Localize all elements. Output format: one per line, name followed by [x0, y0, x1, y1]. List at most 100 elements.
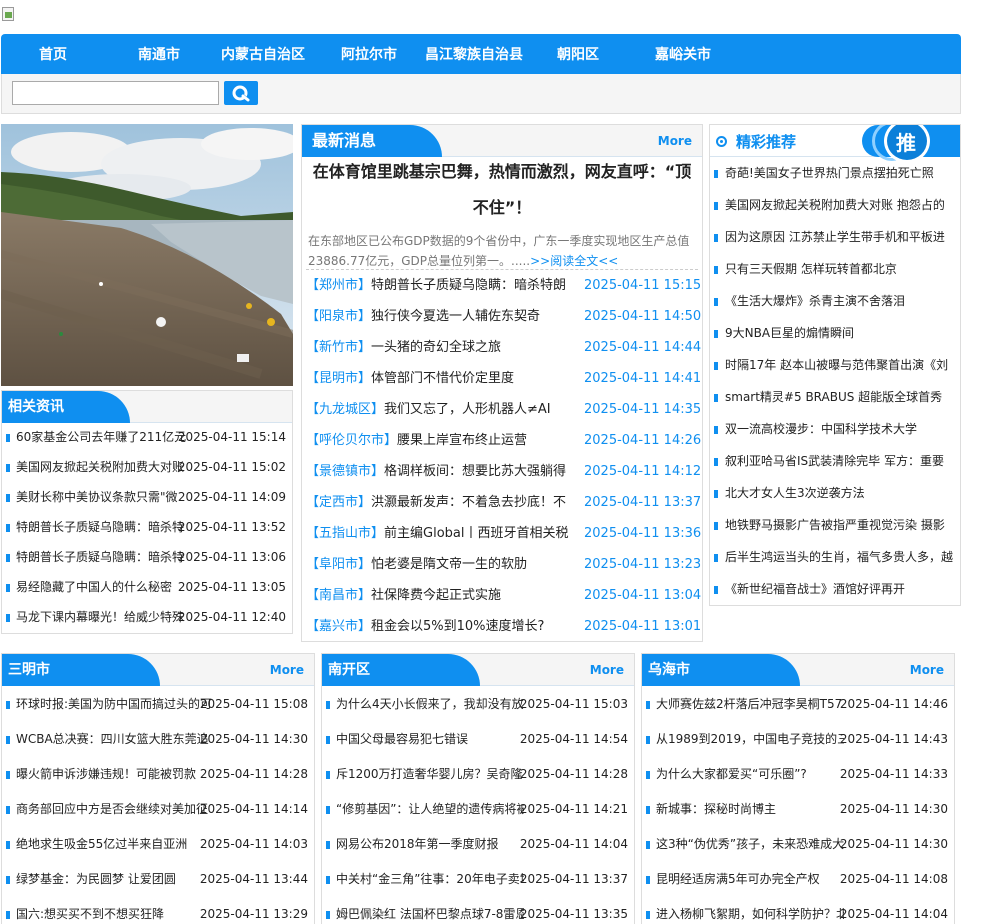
nav-item-changjiang[interactable]: 昌江黎族自治县	[425, 44, 523, 64]
headline[interactable]: 在体育馆里跳基宗巴舞，热情而激烈，网友直呼：“顶 不住”！	[302, 163, 702, 217]
bullet-icon	[326, 911, 330, 919]
news-row[interactable]: 【九龙城区】我们又忘了，人形机器人≠AI 2025-04-11 14:35	[306, 399, 701, 421]
list-item[interactable]: 只有三天假期 怎样玩转首都北京	[714, 259, 954, 279]
news-row[interactable]: 【郑州市】特朗普长子质疑乌隐瞒：暗杀特朗 2025-04-11 15:15	[306, 275, 701, 297]
nav-item-nantong[interactable]: 南通市	[138, 44, 180, 64]
list-item[interactable]: 《生活大爆炸》杀青主演不舍落泪	[714, 291, 954, 311]
bullet-icon	[714, 522, 718, 530]
bullet-icon	[6, 736, 10, 744]
list-item[interactable]: 绝地求生吸金55亿过半来自亚洲 2025-04-11 14:03	[6, 834, 312, 854]
list-item[interactable]: 地铁野马摄影广告被指严重视觉污染 摄影	[714, 515, 954, 535]
list-item[interactable]: 为什么大家都爱买“可乐圈”? 2025-04-11 14:33	[646, 764, 952, 784]
column-header: 乌海市 More	[642, 654, 954, 686]
bullet-icon	[714, 362, 718, 370]
news-row[interactable]: 【五指山市】前主编Global丨西班牙首相关税 2025-04-11 13:36	[306, 523, 701, 545]
news-row[interactable]: 【昆明市】体管部门不惜代价定里度 2025-04-11 14:41	[306, 368, 701, 390]
recommend-header: 精彩推荐 推	[710, 125, 960, 163]
bullet-icon	[714, 394, 718, 402]
list-item[interactable]: 60家基金公司去年赚了211亿元 2025-04-11 15:14	[6, 427, 290, 447]
column-panel-sanming: 三明市 More 环球时报:美国为防中国而搞过头的可 2025-04-11 15:…	[1, 653, 315, 924]
bullet-icon	[6, 771, 10, 779]
nav-item-neimenggu[interactable]: 内蒙古自治区	[221, 44, 305, 64]
latest-news-panel: 最新消息 More 在体育馆里跳基宗巴舞，热情而激烈，网友直呼：“顶 不住”！ …	[301, 124, 703, 642]
bullet-icon	[326, 806, 330, 814]
column-header: 南开区 More	[322, 654, 634, 686]
list-item[interactable]: 为什么4天小长假来了，我却没有放 2025-04-11 15:03	[326, 694, 632, 714]
list-item[interactable]: 马龙下课内幕曝光！给威少特殊 2025-04-11 12:40	[6, 607, 290, 627]
list-item[interactable]: “修剪基因”：让人绝望的遗传病将被 2025-04-11 14:21	[326, 799, 632, 819]
list-item[interactable]: 北大才女人生3次逆袭方法	[714, 483, 954, 503]
bullet-icon	[6, 841, 10, 849]
news-row[interactable]: 【南昌市】社保降费今起正式实施 2025-04-11 13:04	[306, 585, 701, 607]
list-item[interactable]: 大师赛佐兹2杆落后冲冠李昊桐T57 2025-04-11 14:46	[646, 694, 952, 714]
column-more-link[interactable]: More	[590, 663, 624, 677]
related-news-panel: 相关资讯 60家基金公司去年赚了211亿元 2025-04-11 15:14 美国…	[1, 390, 293, 634]
main-nav: 首页 南通市 内蒙古自治区 阿拉尔市 昌江黎族自治县 朝阳区 嘉峪关市	[1, 34, 961, 74]
list-item[interactable]: 斥1200万打造奢华婴儿房？吴奇隆 2025-04-11 14:28	[326, 764, 632, 784]
news-row[interactable]: 【景德镇市】格调样板间：想要比苏大强躺得 2025-04-11 14:12	[306, 461, 701, 483]
nav-item-home[interactable]: 首页	[39, 44, 67, 64]
column-more-link[interactable]: More	[270, 663, 304, 677]
list-item[interactable]: 这3种“伪优秀”孩子，未来恐难成大 2025-04-11 14:30	[646, 834, 952, 854]
news-row[interactable]: 【定西市】洪灏最新发声：不着急去抄底！不 2025-04-11 13:37	[306, 492, 701, 514]
recommend-title: 精彩推荐	[736, 133, 797, 151]
bullet-icon	[646, 841, 650, 849]
list-item[interactable]: 特朗普长子质疑乌隐瞒：暗杀特 2025-04-11 13:06	[6, 547, 290, 567]
list-item[interactable]: 双一流高校漫步：中国科学技术大学	[714, 419, 954, 439]
list-item[interactable]: 美国网友掀起关税附加费大对账 2025-04-11 15:02	[6, 457, 290, 477]
read-more-link[interactable]: >>阅读全文<<	[530, 254, 618, 268]
list-item[interactable]: 《新世纪福音战士》酒馆好评再开	[714, 579, 954, 599]
broken-image-icon	[1, 6, 17, 22]
nav-item-jiayuguan[interactable]: 嘉峪关市	[655, 44, 711, 64]
news-row[interactable]: 【阜阳市】怕老婆是隋文帝一生的软肋 2025-04-11 13:23	[306, 554, 701, 576]
list-item[interactable]: 美财长称中美协议条款只需"微 2025-04-11 14:09	[6, 487, 290, 507]
list-item[interactable]: smart精灵#5 BRABUS 超能版全球首秀	[714, 387, 954, 407]
news-row[interactable]: 【呼伦贝尔市】腰果上岸宣布终止运营 2025-04-11 14:26	[306, 430, 701, 452]
news-row[interactable]: 【嘉兴市】租金会以5%到10%速度增长? 2025-04-11 13:01	[306, 616, 701, 638]
list-item[interactable]: 中关村“金三角”往事：20年电子卖场 2025-04-11 13:37	[326, 869, 632, 889]
list-item[interactable]: 9大NBA巨星的煽情瞬间	[714, 323, 954, 343]
list-item[interactable]: 易经隐藏了中国人的什么秘密 2025-04-11 13:05	[6, 577, 290, 597]
search-button[interactable]	[224, 81, 258, 105]
news-row[interactable]: 【新竹市】一头猪的奇幻全球之旅 2025-04-11 14:44	[306, 337, 701, 359]
column-panel-wuhai: 乌海市 More 大师赛佐兹2杆落后冲冠李昊桐T57 2025-04-11 14:…	[641, 653, 955, 924]
list-item[interactable]: WCBA总决赛：四川女篮大胜东莞追 2025-04-11 14:30	[6, 729, 312, 749]
list-item[interactable]: 新城事：探秘时尚博主 2025-04-11 14:30	[646, 799, 952, 819]
list-item[interactable]: 绿梦基金：为民圆梦 让爱团圆 2025-04-11 13:44	[6, 869, 312, 889]
list-item[interactable]: 特朗普长子质疑乌隐瞒：暗杀特 2025-04-11 13:52	[6, 517, 290, 537]
column-more-link[interactable]: More	[910, 663, 944, 677]
list-item[interactable]: 叙利亚哈马省IS武装清除完毕 军方：重要	[714, 451, 954, 471]
bullet-icon	[714, 170, 718, 178]
list-item[interactable]: 网易公布2018年第一季度财报 2025-04-11 14:04	[326, 834, 632, 854]
list-item[interactable]: 商务部回应中方是否会继续对美加征 2025-04-11 14:14	[6, 799, 312, 819]
latest-more-link[interactable]: More	[658, 134, 692, 148]
list-item[interactable]: 因为这原因 江苏禁止学生带手机和平板进	[714, 227, 954, 247]
list-item[interactable]: 美国网友掀起关税附加费大对账 抱怨占的	[714, 195, 954, 215]
list-item[interactable]: 奇葩!美国女子世界热门景点摆拍死亡照	[714, 163, 954, 183]
list-item[interactable]: 环球时报:美国为防中国而搞过头的可 2025-04-11 15:08	[6, 694, 312, 714]
bullet-icon	[326, 736, 330, 744]
bullet-icon	[6, 494, 10, 502]
search-icon	[232, 85, 250, 102]
headline-summary: 在东部地区已公布GDP数据的9个省份中，广东一季度实现地区生产总值 23886.…	[308, 234, 690, 268]
column-title: 乌海市	[642, 654, 800, 686]
bullet-icon	[646, 701, 650, 709]
search-input[interactable]	[12, 81, 219, 105]
nav-item-chaoyang[interactable]: 朝阳区	[557, 44, 599, 64]
bullet-icon	[6, 614, 10, 622]
list-item[interactable]: 后半生鸿运当头的生肖，福气多贵人多，越	[714, 547, 954, 567]
list-item[interactable]: 从1989到2019，中国电子竞技的三 2025-04-11 14:43	[646, 729, 952, 749]
list-item[interactable]: 姆巴佩染红 法国杯巴黎点球7-8雷恩 2025-04-11 13:35	[326, 904, 632, 924]
featured-photo[interactable]	[1, 124, 293, 386]
list-item[interactable]: 曝火箭申诉涉嫌违规！可能被罚款 2025-04-11 14:28	[6, 764, 312, 784]
list-item[interactable]: 时隔17年 赵本山被曝与范伟聚首出演《刘	[714, 355, 954, 375]
bullet-icon	[6, 554, 10, 562]
news-row[interactable]: 【阳泉市】独行侠今夏选一人辅佐东契奇 2025-04-11 14:50	[306, 306, 701, 328]
list-item[interactable]: 中国父母最容易犯七错误 2025-04-11 14:54	[326, 729, 632, 749]
nav-item-alaer[interactable]: 阿拉尔市	[341, 44, 397, 64]
recommend-panel: 精彩推荐 推 奇葩!美国女子世界热门景点摆拍死亡照 美国网友掀起关税附加费大对账…	[709, 124, 961, 606]
list-item[interactable]: 国六:想买买不到不想买狂降 2025-04-11 13:29	[6, 904, 312, 924]
bullet-icon	[714, 458, 718, 466]
list-item[interactable]: 昆明经适房满5年可办完全产权 2025-04-11 14:08	[646, 869, 952, 889]
list-item[interactable]: 进入杨柳飞絮期，如何科学防护？北 2025-04-11 14:04	[646, 904, 952, 924]
